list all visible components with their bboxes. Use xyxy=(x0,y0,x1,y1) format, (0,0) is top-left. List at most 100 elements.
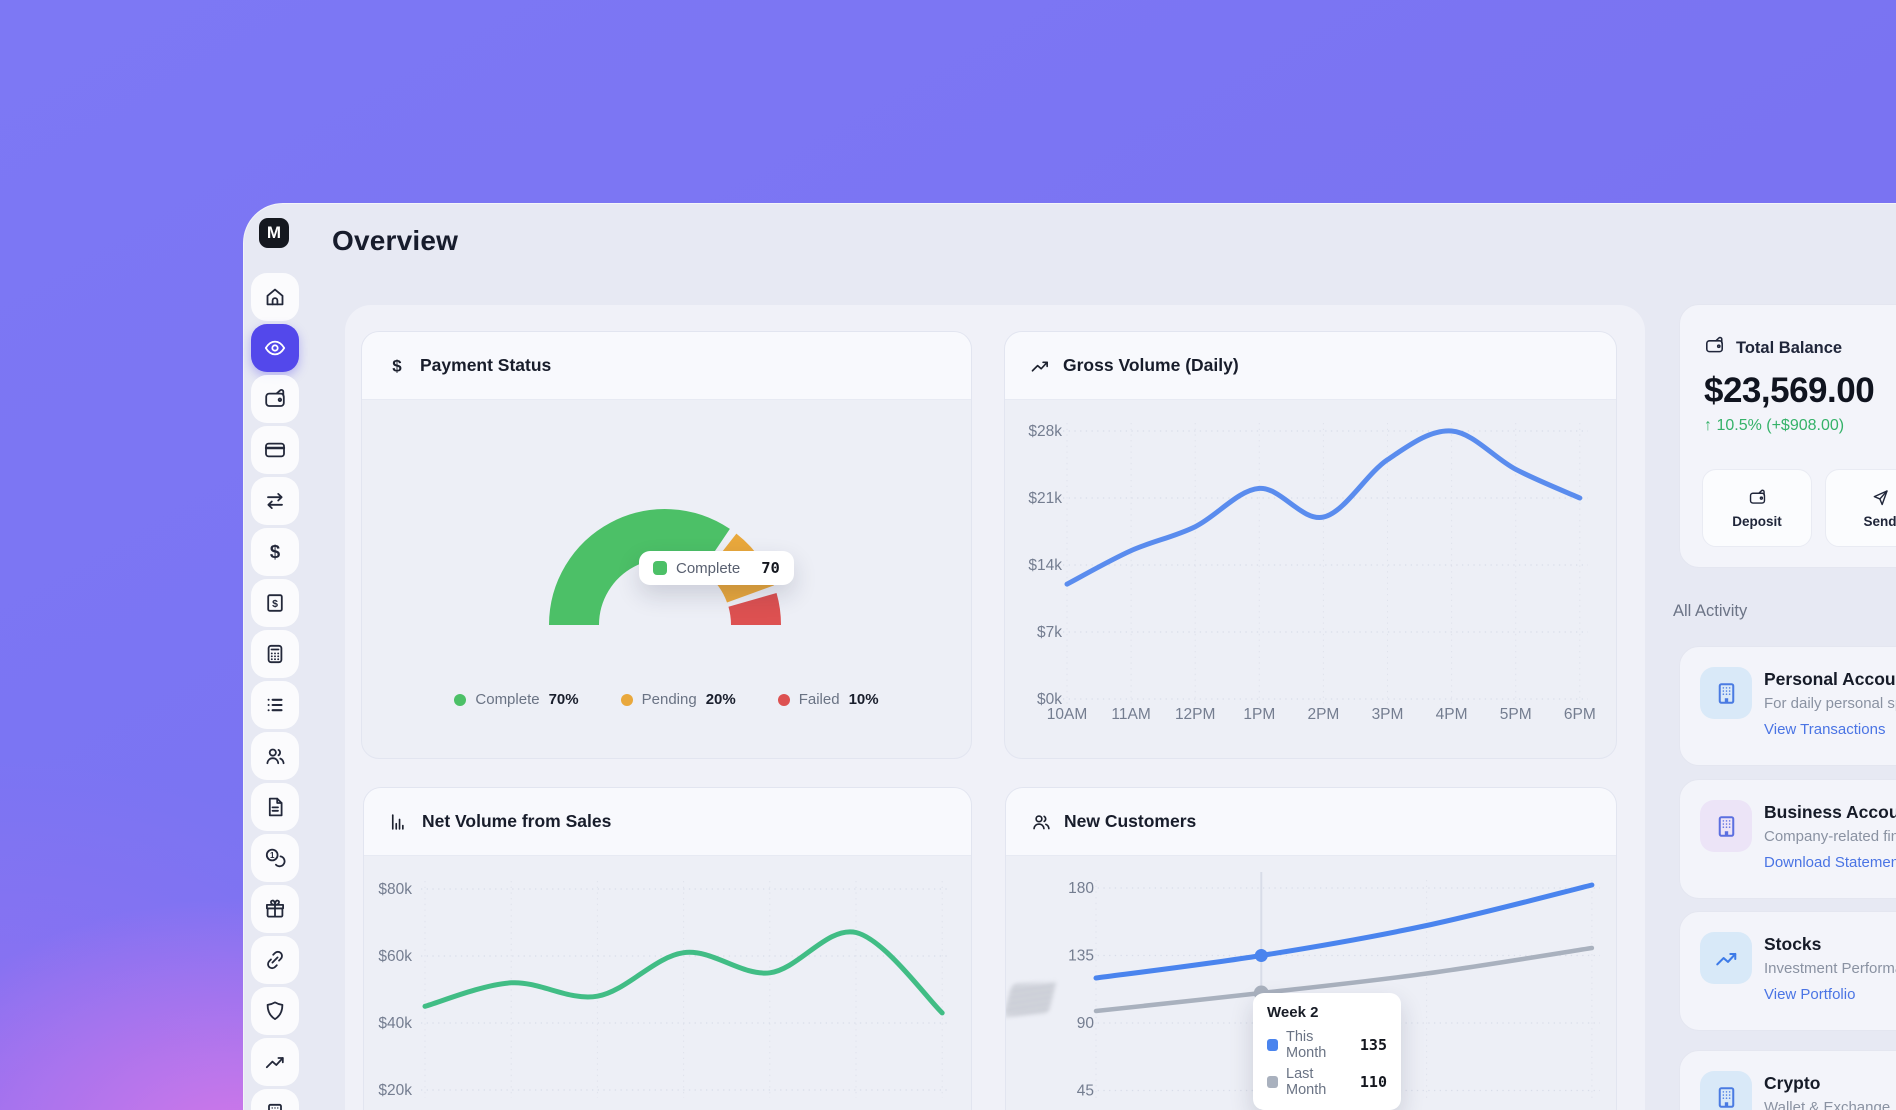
sidebar-item-wallet[interactable] xyxy=(251,375,299,423)
legend-dot xyxy=(621,694,633,706)
transfers-icon xyxy=(263,489,287,513)
svg-text:$14k: $14k xyxy=(1028,557,1062,574)
sidebar-item-gift[interactable] xyxy=(251,885,299,933)
activity-subtitle: Wallet & Exchange xyxy=(1764,1099,1890,1110)
legend-value: 10% xyxy=(849,691,879,708)
activity-title: Stocks xyxy=(1764,934,1821,955)
net-volume-header: Net Volume from Sales xyxy=(364,788,971,856)
dollar-icon: $ xyxy=(386,355,408,377)
series-label: Last Month xyxy=(1286,1066,1352,1098)
svg-text:$7k: $7k xyxy=(1037,624,1062,641)
net-volume-chart: $80k$60k$40k$20k xyxy=(364,856,972,1110)
activity-card-crypto[interactable]: CryptoWallet & Exchange xyxy=(1679,1050,1896,1110)
wallet-icon xyxy=(1748,488,1767,507)
users-icon xyxy=(263,744,287,768)
svg-text:11AM: 11AM xyxy=(1111,706,1150,723)
activity-subtitle: For daily personal spending xyxy=(1764,695,1896,712)
app-logo[interactable]: M xyxy=(259,218,289,248)
sidebar-item-transfers[interactable] xyxy=(251,477,299,525)
action-label: Send xyxy=(1863,514,1896,529)
sidebar-item-document[interactable] xyxy=(251,783,299,831)
series-value: 135 xyxy=(1360,1036,1387,1054)
tooltip-label: Complete xyxy=(676,560,740,577)
link-icon xyxy=(263,948,287,972)
document-icon xyxy=(263,795,287,819)
legend-item-failed: Failed10% xyxy=(778,691,879,708)
activity-card-stocks[interactable]: Stocks Investment Performance View Portfol… xyxy=(1679,911,1896,1031)
trending-up-icon xyxy=(1700,932,1752,984)
total-balance-amount: $23,569.00 xyxy=(1704,371,1874,411)
svg-text:$28k: $28k xyxy=(1028,423,1062,440)
sidebar-item-trending-up[interactable] xyxy=(251,1038,299,1086)
svg-text:90: 90 xyxy=(1077,1015,1095,1032)
sidebar-item-credit-card[interactable] xyxy=(251,426,299,474)
activity-card-business-account[interactable]: Business AccountCompany-related finances… xyxy=(1679,779,1896,899)
new-customers-body: 180 135 90 45 Week 2 This Month 135 Last Mont… xyxy=(1006,856,1616,1110)
dashboard-window: M Overview $ $1 $ Payment Status Complete… xyxy=(243,203,1896,1110)
gauge-tooltip: Complete 70 xyxy=(639,551,794,585)
svg-text:$20k: $20k xyxy=(378,1082,412,1099)
deposit-button[interactable]: Deposit xyxy=(1702,469,1812,547)
sidebar-item-eye[interactable] xyxy=(251,324,299,372)
legend-item-complete: Complete70% xyxy=(454,691,578,708)
legend-dot xyxy=(778,694,790,706)
bar-chart-icon xyxy=(388,811,410,833)
card-title: New Customers xyxy=(1064,811,1196,832)
payment-status-header: $ Payment Status xyxy=(362,332,971,400)
total-balance-card: Total Balance $23,569.00 ↑ 10.5% (+$908.… xyxy=(1679,304,1896,568)
total-balance-label: Total Balance xyxy=(1736,339,1842,358)
legend-dot xyxy=(454,694,466,706)
coins-icon: 1 xyxy=(263,846,287,870)
tooltip-row: Last Month110 xyxy=(1267,1066,1387,1098)
building-icon xyxy=(1700,667,1752,719)
svg-text:5PM: 5PM xyxy=(1500,706,1532,723)
sidebar-item-home[interactable] xyxy=(251,273,299,321)
sidebar-item-calculator[interactable] xyxy=(251,630,299,678)
sidebar-item-building[interactable] xyxy=(251,1089,299,1110)
activity-link[interactable]: Download Statement xyxy=(1764,854,1896,871)
new-customers-header: New Customers xyxy=(1006,788,1616,856)
svg-text:4PM: 4PM xyxy=(1436,706,1468,723)
svg-text:45: 45 xyxy=(1077,1083,1094,1100)
svg-text:$: $ xyxy=(392,356,402,375)
svg-text:$80k: $80k xyxy=(378,881,412,898)
users-icon xyxy=(1030,811,1052,833)
activity-subtitle: Investment Performance xyxy=(1764,960,1896,977)
payment-status-card: $ Payment Status Complete 70 Complete70%… xyxy=(361,331,972,759)
svg-text:1PM: 1PM xyxy=(1243,706,1275,723)
balance-actions: Deposit Send xyxy=(1702,469,1896,547)
invoice-icon: $ xyxy=(263,591,287,615)
tooltip-title: Week 2 xyxy=(1267,1004,1387,1021)
week-tooltip: Week 2 This Month 135 Last Month110 xyxy=(1253,993,1401,1110)
legend-value: 70% xyxy=(549,691,579,708)
wallet-icon xyxy=(263,387,287,411)
sidebar-item-list[interactable] xyxy=(251,681,299,729)
page-title: Overview xyxy=(332,225,458,257)
activity-link[interactable]: View Transactions xyxy=(1764,721,1885,738)
activity-card-personal-account[interactable]: Personal AccountFor daily personal spend… xyxy=(1679,646,1896,766)
home-icon xyxy=(263,285,287,309)
svg-text:180: 180 xyxy=(1068,880,1094,897)
series-label: This Month xyxy=(1286,1029,1352,1061)
activity-link[interactable]: View Portfolio xyxy=(1764,986,1855,1003)
total-balance-head: Total Balance xyxy=(1704,335,1842,361)
building-icon xyxy=(1700,800,1752,852)
sidebar-item-users[interactable] xyxy=(251,732,299,780)
svg-text:2PM: 2PM xyxy=(1307,706,1339,723)
send-button[interactable]: Send xyxy=(1825,469,1896,547)
gauge-legend: Complete70%Pending20%Failed10% xyxy=(362,691,971,708)
tooltip-row: This Month 135 xyxy=(1267,1029,1387,1061)
charts-panel: $ Payment Status Complete 70 Complete70%… xyxy=(345,305,1645,1110)
building-icon xyxy=(1700,1071,1752,1110)
svg-text:$21k: $21k xyxy=(1028,490,1062,507)
sidebar-item-invoice[interactable]: $ xyxy=(251,579,299,627)
gross-volume-header: Gross Volume (Daily) xyxy=(1005,332,1616,400)
sidebar-item-dollar[interactable]: $ xyxy=(251,528,299,576)
app-logo-letter: M xyxy=(267,223,281,243)
tooltip-swatch xyxy=(653,561,667,575)
sidebar-item-shield[interactable] xyxy=(251,987,299,1035)
sidebar-item-coins[interactable]: 1 xyxy=(251,834,299,882)
gross-volume-chart: $28k$21k$14k$7k$0k10AM11AM12PM1PM2PM3PM4… xyxy=(1005,400,1617,759)
sidebar-item-link[interactable] xyxy=(251,936,299,984)
svg-text:$: $ xyxy=(270,541,281,562)
